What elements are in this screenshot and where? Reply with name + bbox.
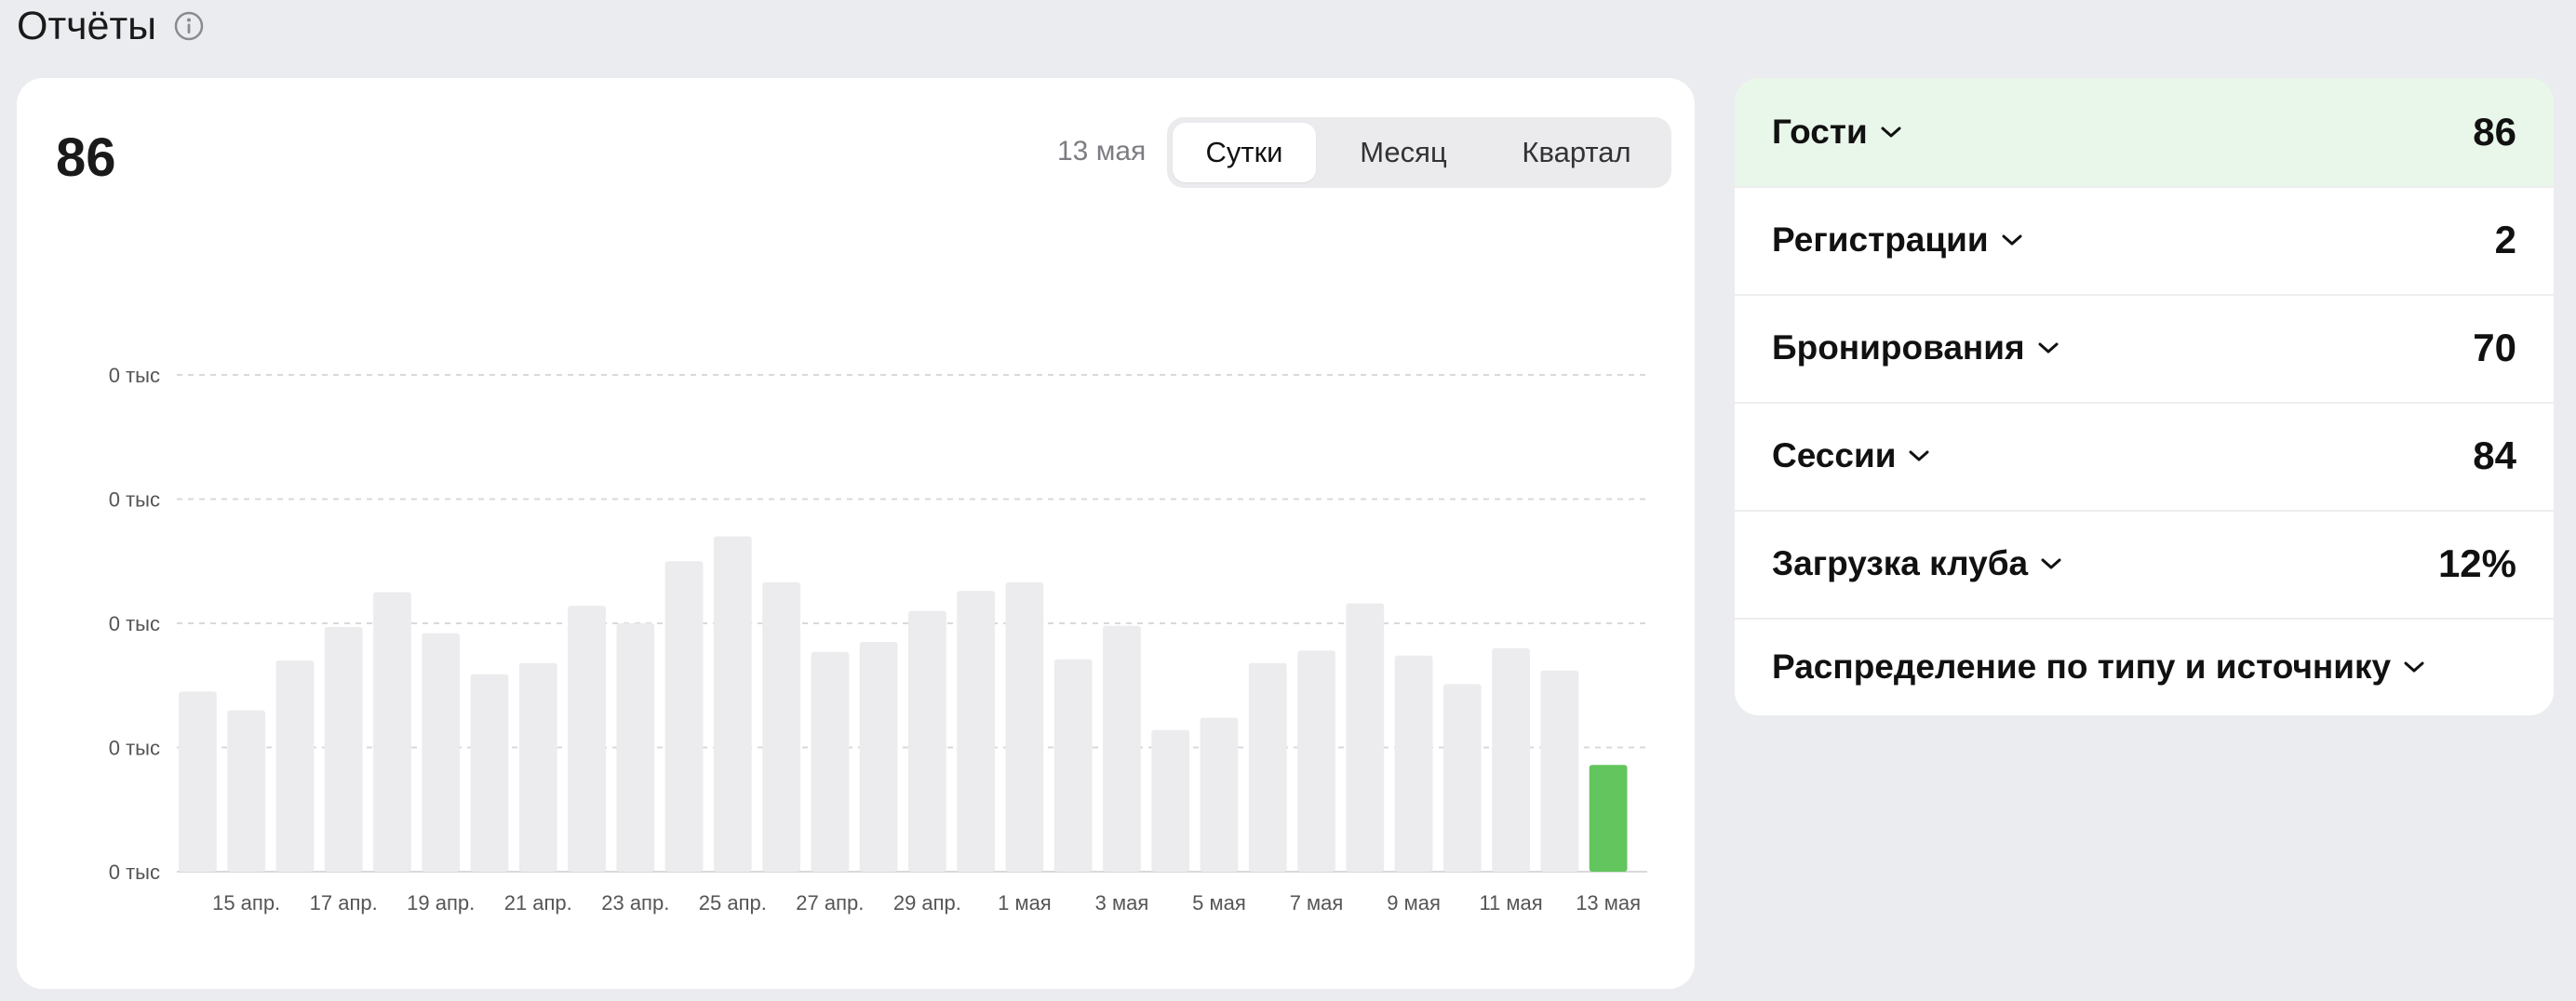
metric-row-registrations[interactable]: Регистрации 2 — [1735, 186, 2554, 296]
bar[interactable] — [1053, 659, 1093, 872]
bar[interactable] — [227, 710, 266, 872]
metric-value-sessions: 84 — [2473, 434, 2516, 477]
y-tick-label: 0 тыс — [109, 612, 160, 635]
bar[interactable] — [373, 592, 411, 872]
x-tick-label: 21 апр. — [504, 891, 572, 914]
metric-label-club-load: Загрузка клуба — [1772, 510, 2061, 618]
bar-chart: 0 тыс 0 тыс 0 тыс 0 тыс 0 тыс 15 апр. 17 апр. 1… — [109, 364, 1647, 914]
x-tick-label: 13 мая — [1576, 891, 1641, 914]
x-tick-label: 17 апр. — [310, 891, 378, 914]
metric-value-guests: 86 — [2473, 110, 2516, 153]
x-tick-label: 9 мая — [1387, 891, 1441, 914]
y-tick-label: 0 тыс — [109, 488, 160, 512]
chart-card: 86 13 мая Сутки Месяц Квартал 0 тыс 0 тыс… — [17, 78, 1695, 989]
metric-row-distribution[interactable]: Распределение по типу и источнику — [1735, 618, 2554, 715]
bar[interactable] — [616, 623, 655, 872]
chevron-down-icon — [2002, 234, 2022, 247]
bar[interactable] — [1394, 655, 1433, 872]
x-tick-label: 7 мая — [1290, 891, 1344, 914]
metric-row-club-load[interactable]: Загрузка клуба 12% — [1735, 510, 2554, 620]
bar[interactable] — [568, 606, 606, 872]
y-tick-label: 0 тыс — [109, 737, 160, 760]
bar[interactable] — [179, 691, 217, 872]
bar[interactable] — [664, 561, 704, 872]
chevron-down-icon — [1881, 126, 1901, 139]
metric-label-text: Загрузка клуба — [1772, 544, 2029, 582]
bar[interactable] — [1297, 650, 1335, 872]
bar[interactable] — [1200, 717, 1239, 872]
x-tick-label: 5 мая — [1192, 891, 1246, 914]
metric-value-registrations: 2 — [2494, 218, 2516, 261]
y-tick-label: 0 тыс — [109, 364, 160, 387]
bar-highlight[interactable] — [1589, 765, 1628, 872]
metric-label-text: Гости — [1772, 113, 1868, 151]
x-tick-label: 23 апр. — [601, 891, 669, 914]
x-tick-label: 11 мая — [1479, 891, 1542, 914]
info-icon[interactable] — [173, 10, 205, 42]
metric-row-sessions[interactable]: Сессии 84 — [1735, 402, 2554, 512]
bar[interactable] — [1346, 603, 1385, 872]
x-tick-label: 3 мая — [1095, 891, 1149, 914]
metric-label-distribution: Распределение по типу и источнику — [1772, 618, 2424, 715]
bar[interactable] — [470, 674, 509, 872]
bar[interactable] — [859, 642, 898, 872]
bar[interactable] — [762, 581, 800, 872]
bar[interactable] — [422, 633, 461, 872]
bar[interactable] — [908, 610, 946, 872]
bar[interactable] — [1442, 684, 1482, 872]
chevron-down-icon — [2404, 661, 2424, 674]
bar[interactable] — [713, 536, 752, 872]
x-tick-label: 1 мая — [998, 891, 1052, 914]
bar[interactable] — [275, 661, 315, 872]
bar[interactable] — [324, 627, 363, 872]
x-tick-label: 19 апр. — [407, 891, 475, 914]
page-title-text: Отчёты — [17, 4, 157, 48]
bar[interactable] — [1248, 662, 1287, 872]
x-tick-label: 15 апр. — [212, 891, 280, 914]
x-tick-label: 25 апр. — [699, 891, 767, 914]
chevron-down-icon — [1909, 449, 1929, 462]
metric-row-bookings[interactable]: Бронирования 70 — [1735, 294, 2554, 404]
metric-row-guests[interactable]: Гости 86 — [1735, 78, 2554, 188]
metric-label-text: Распределение по типу и источнику — [1772, 647, 2392, 686]
bar[interactable] — [1151, 729, 1190, 872]
bar[interactable] — [518, 662, 557, 872]
metric-value-bookings: 70 — [2473, 326, 2516, 369]
bar[interactable] — [1492, 647, 1530, 872]
x-tick-label: 27 апр. — [796, 891, 864, 914]
metric-value-club-load: 12% — [2437, 541, 2516, 585]
bar[interactable] — [1540, 670, 1579, 872]
chevron-down-icon — [2038, 341, 2059, 354]
x-tick-label: 29 апр. — [893, 891, 961, 914]
bar[interactable] — [811, 651, 850, 872]
metric-label-registrations: Регистрации — [1772, 186, 2022, 294]
page-title: Отчёты — [17, 0, 205, 52]
y-tick-label: 0 тыс — [109, 861, 160, 884]
bar[interactable] — [957, 591, 996, 872]
metric-label-guests: Гости — [1772, 78, 1901, 186]
metric-label-text: Сессии — [1772, 436, 1897, 474]
chevron-down-icon — [2041, 557, 2061, 570]
metric-label-sessions: Сессии — [1772, 402, 1929, 510]
bar[interactable] — [1005, 581, 1044, 872]
metric-label-bookings: Бронирования — [1772, 294, 2059, 402]
bar[interactable] — [1103, 625, 1141, 872]
metrics-card: Гости 86 Регистрации 2 Бронирования 70 С… — [1735, 78, 2554, 715]
metric-label-text: Регистрации — [1772, 220, 1989, 259]
metric-label-text: Бронирования — [1772, 328, 2025, 367]
